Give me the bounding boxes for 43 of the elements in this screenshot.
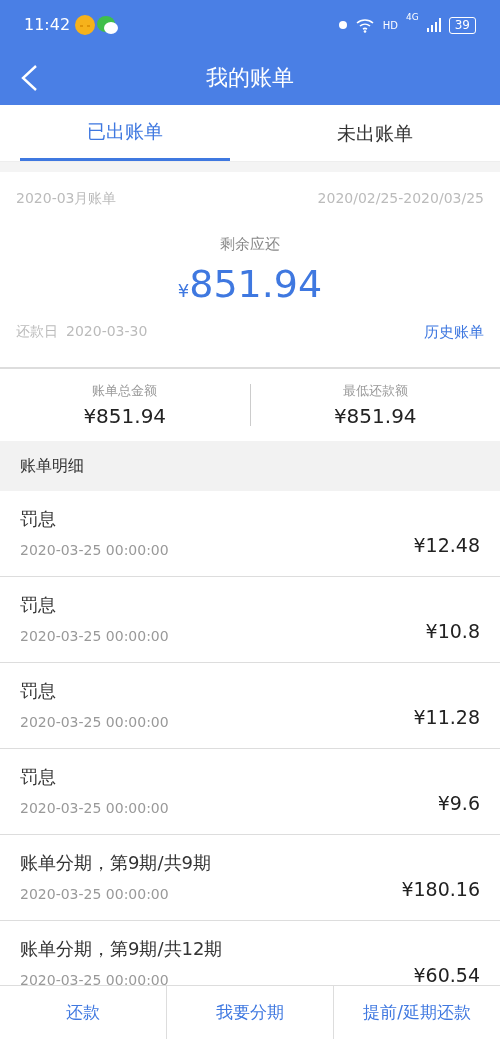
history-link[interactable]: 历史账单 <box>424 320 484 343</box>
item-name: 罚息 <box>20 765 57 789</box>
item-amount: ¥60.54 <box>413 962 480 985</box>
summary-amount: ¥851.94 <box>332 402 418 430</box>
remaining-label: 剩余应还 <box>219 234 281 255</box>
item-name: 账单分期，第9期/共9期 <box>20 851 211 875</box>
battery-icon: 39 <box>448 16 476 34</box>
item-time: 2020-03-25 00:00:00 <box>20 885 170 904</box>
summary-label: 最低还款额 <box>341 382 409 400</box>
due-label: 还款日 <box>16 322 58 342</box>
item-time: 2020-03-25 00:00:00 <box>20 971 170 985</box>
item-time: 2020-03-25 00:00:00 <box>20 713 169 732</box>
app-notification-icon <box>74 14 97 36</box>
tab[interactable]: 已出账单 <box>20 105 230 161</box>
notification-dot-icon <box>338 21 347 29</box>
tab[interactable]: 未出账单 <box>270 105 480 161</box>
item-amount: ¥12.48 <box>413 532 480 558</box>
item-amount: ¥11.28 <box>413 704 480 730</box>
due-date: 2020-03-30 <box>66 322 148 342</box>
item-name: 罚息 <box>20 679 57 703</box>
item-name: 罚息 <box>20 593 57 617</box>
item-time: 2020-03-25 00:00:00 <box>20 627 169 646</box>
status-time: 11:42 <box>24 14 71 36</box>
summary-label: 账单总金额 <box>91 382 159 400</box>
summary-amount: ¥851.94 <box>82 402 168 430</box>
item-time: 2020-03-25 00:00:00 <box>20 799 169 818</box>
currency-sign: ¥ <box>177 279 190 301</box>
item-amount: ¥9.6 <box>437 790 480 816</box>
chat-app-icon <box>96 14 121 36</box>
item-name: 账单分期，第9期/共12期 <box>20 937 223 961</box>
bill-period: 2020/02/25-2020/03/25 <box>317 189 484 208</box>
bill-month: 2020-03月账单 <box>16 189 117 208</box>
signal-icon <box>426 18 441 32</box>
item-time: 2020-03-25 00:00:00 <box>20 541 169 560</box>
hd-label: HD <box>382 18 398 33</box>
remaining-amount: 851.94 <box>189 261 323 306</box>
wifi-icon <box>354 17 375 33</box>
section-title: 账单明细 <box>20 454 84 477</box>
item-name: 罚息 <box>20 507 57 531</box>
item-amount: ¥180.16 <box>401 876 480 902</box>
network-label: 4G <box>406 10 419 24</box>
page-title: 我的账单 <box>206 64 294 92</box>
item-amount: ¥10.8 <box>425 618 480 644</box>
